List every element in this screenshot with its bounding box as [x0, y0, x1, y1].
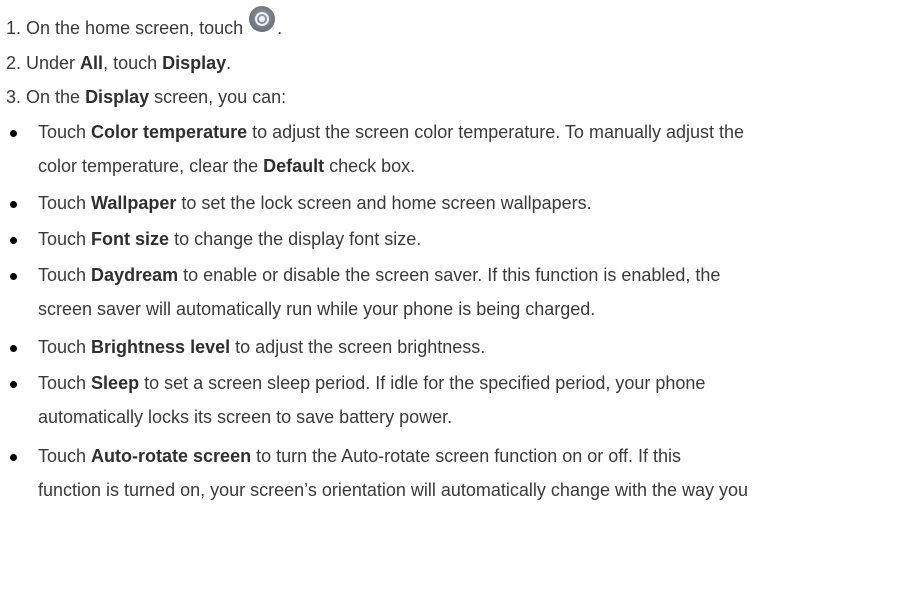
ui-term: Sleep [91, 373, 140, 393]
bullet-dot [10, 381, 17, 388]
step-2: 2. Under All, touch Display. [6, 46, 231, 80]
step-1: 1. On the home screen, touch. [6, 6, 283, 45]
ui-term: Brightness level [91, 337, 231, 357]
step-text: Under [21, 53, 81, 73]
bullet-text: Touch Wallpaper to set the lock screen a… [38, 193, 592, 213]
ui-term: Default [263, 156, 325, 176]
bullet-dot [10, 273, 17, 280]
step-text: , touch [103, 53, 163, 73]
bullet-text: Touch Brightness level to adjust the scr… [38, 337, 486, 357]
ui-term-display: Display [162, 53, 227, 73]
settings-gear-icon [249, 6, 276, 32]
ui-term: Auto-rotate screen [91, 446, 252, 466]
step-text-end: screen, you can: [149, 87, 287, 107]
step-number: 1. [6, 18, 22, 38]
step-3: 3. On the Display screen, you can: [6, 80, 286, 114]
bullet-dot [10, 201, 17, 208]
step-number: 2. [6, 53, 22, 73]
bullet-text: Touch Color temperature to adjust the sc… [38, 122, 745, 176]
bullet-text: Touch Daydream to enable or disable the … [38, 265, 721, 319]
bullet-dot [10, 454, 17, 461]
bullet-dot [10, 130, 17, 137]
step-text: On the [21, 87, 86, 107]
bullet-text: Touch Sleep to set a screen sleep period… [38, 373, 706, 427]
bullet-dot [10, 345, 17, 352]
ui-term: Font size [91, 229, 170, 249]
ui-term-display: Display [85, 87, 150, 107]
ui-term: Wallpaper [91, 193, 177, 213]
step-number: 3. [6, 87, 22, 107]
bullet-text: Touch Auto-rotate screen to turn the Aut… [38, 446, 749, 500]
bullet-text: Touch Font size to change the display fo… [38, 229, 422, 249]
ui-term: Color temperature [91, 122, 248, 142]
step-text: On the home screen, touch [21, 18, 244, 38]
ui-term-all: All [80, 53, 104, 73]
step-text-end: . [277, 18, 283, 38]
ui-term: Daydream [91, 265, 179, 285]
step-text-end: . [226, 53, 232, 73]
bullet-dot [10, 237, 17, 244]
